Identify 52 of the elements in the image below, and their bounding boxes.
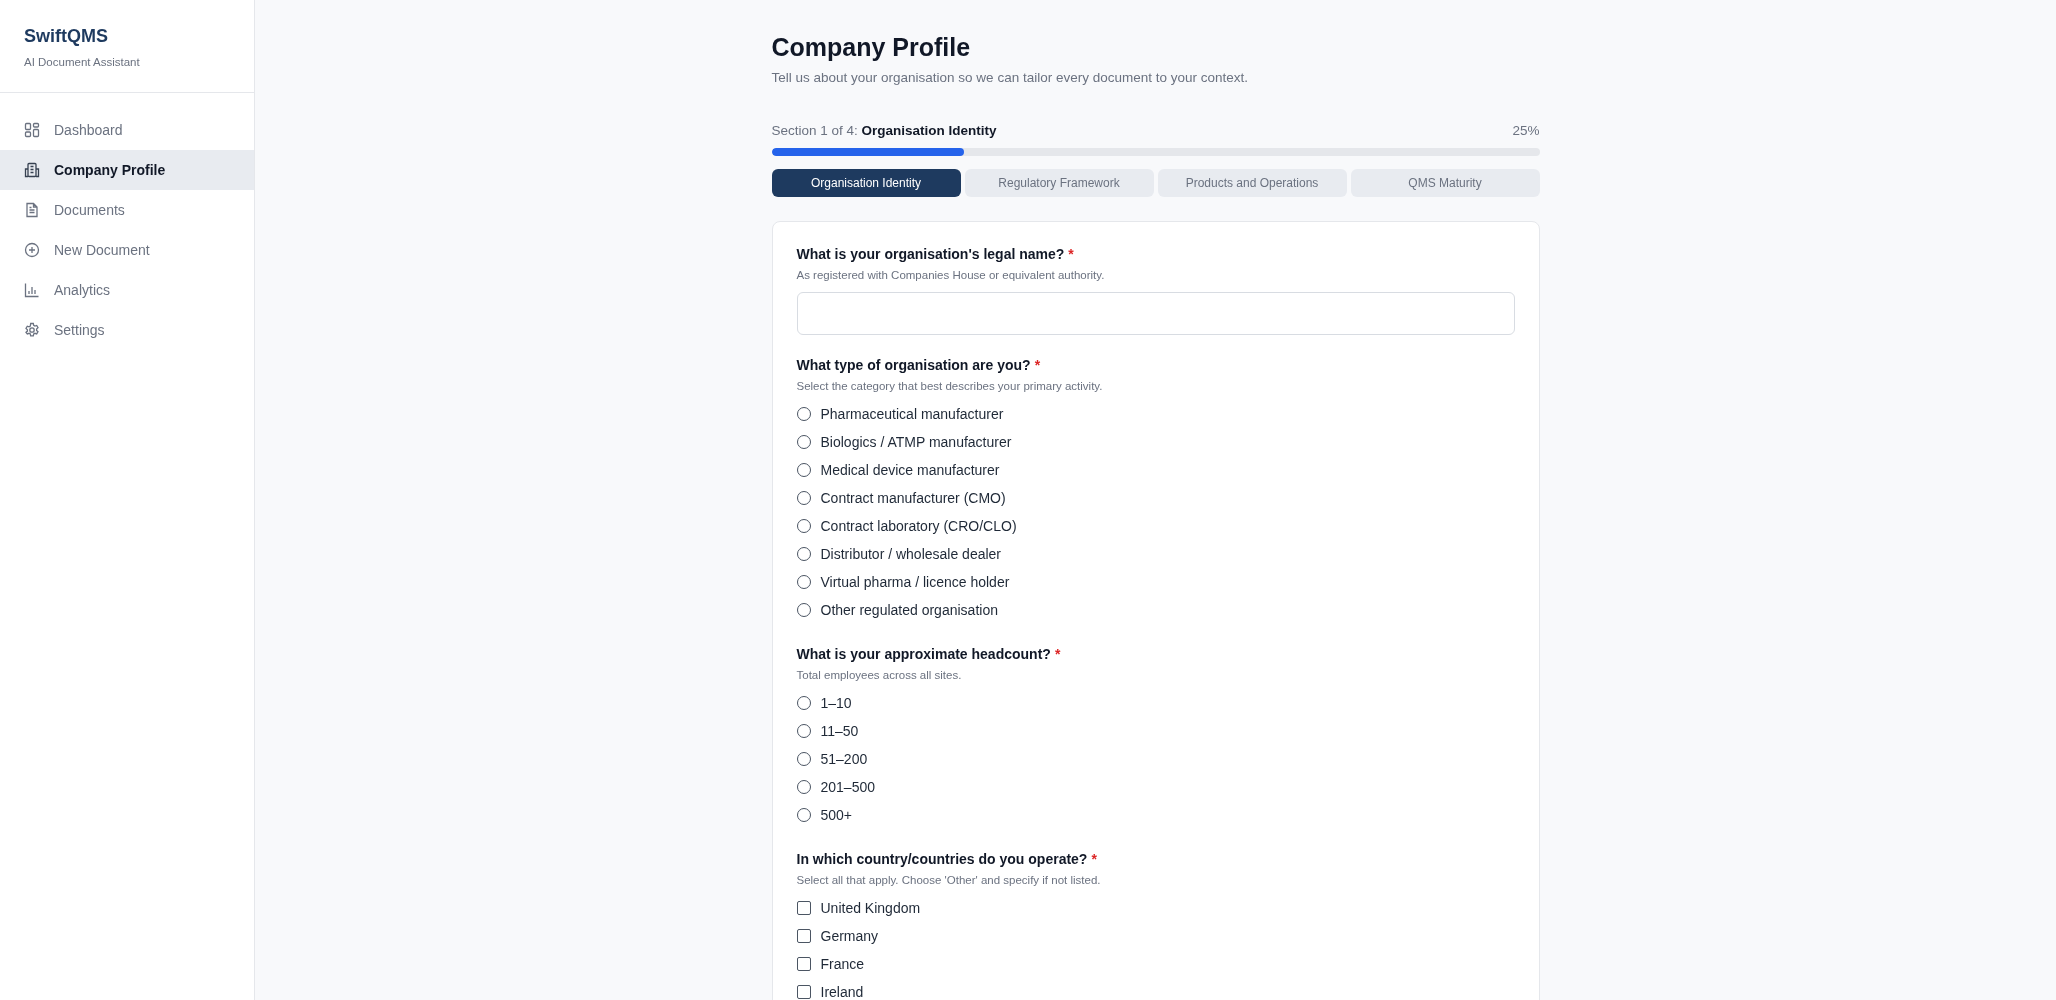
- sidebar-item[interactable]: Settings: [0, 310, 254, 350]
- question-label: What is your approximate headcount? *: [796, 646, 1062, 662]
- checkbox[interactable]: [796, 929, 811, 943]
- building-icon: [24, 162, 40, 178]
- option-label: Contract manufacturer (CMO): [820, 490, 1006, 506]
- sidebar-item[interactable]: Dashboard: [0, 110, 254, 150]
- page-subtitle: Tell us about your organisation so we can tailor every document to your context.: [771, 70, 1249, 85]
- option-label: 11–50: [820, 723, 859, 739]
- plus-circle-icon: [24, 242, 40, 258]
- document-icon: [24, 202, 40, 218]
- option-label: Other regulated organisation: [820, 602, 998, 618]
- option-label: United Kingdom: [820, 900, 921, 916]
- input-field[interactable]: [796, 292, 1515, 335]
- option-label: 500+: [820, 807, 853, 823]
- question-hint: As registered with Companies House or equivalent authority.: [796, 269, 1106, 281]
- option-label: 51–200: [820, 751, 868, 767]
- question-label: What type of organisation are you? *: [796, 357, 1042, 373]
- section-label: Section 1 of 4: Organisation Identity: [771, 123, 997, 138]
- option-label: France: [820, 956, 865, 972]
- option-label: Ireland: [820, 984, 864, 1000]
- section-tab[interactable]: Organisation Identity: [771, 169, 961, 197]
- option-label: Pharmaceutical manufacturer: [820, 406, 1004, 422]
- question-hint: Total employees across all sites.: [796, 669, 963, 681]
- checkbox[interactable]: [796, 957, 811, 971]
- question-hint: Select all that apply. Choose 'Other' and specify if not listed.: [796, 874, 1102, 886]
- option-label: Distributor / wholesale dealer: [820, 546, 1002, 562]
- option-label: 1–10: [820, 695, 852, 711]
- option-label: Germany: [820, 928, 879, 944]
- settings-icon: [24, 322, 40, 338]
- brand-name: SwiftQMS: [24, 26, 109, 47]
- sidebar-item[interactable]: Company Profile: [0, 150, 254, 190]
- sidebar-item[interactable]: New Document: [0, 230, 254, 270]
- dashboard-icon: [24, 122, 40, 138]
- section-tab[interactable]: Regulatory Framework: [964, 169, 1154, 197]
- section-tab[interactable]: QMS Maturity: [1350, 169, 1540, 197]
- checkbox[interactable]: [796, 901, 811, 915]
- sidebar-item[interactable]: Analytics: [0, 270, 254, 310]
- checkbox[interactable]: [796, 985, 811, 999]
- question-label: What is your organisation's legal name? *: [796, 246, 1075, 262]
- option-label: Virtual pharma / licence holder: [820, 574, 1010, 590]
- option-label: 201–500: [820, 779, 875, 795]
- progress-percent: 25%: [1512, 123, 1540, 138]
- brand-tagline: AI Document Assistant: [24, 56, 141, 68]
- question-label: In which country/countries do you operate? *: [796, 851, 1098, 867]
- bar-chart-icon: [24, 282, 40, 298]
- section-tab[interactable]: Products and Operations: [1157, 169, 1347, 197]
- option-label: Biologics / ATMP manufacturer: [820, 434, 1012, 450]
- question-hint: Select the category that best describes your primary activity.: [796, 380, 1104, 392]
- option-label: Medical device manufacturer: [820, 462, 1000, 478]
- page-title: Company Profile: [771, 33, 971, 62]
- sidebar-item[interactable]: Documents: [0, 190, 254, 230]
- option-label: Contract laboratory (CRO/CLO): [820, 518, 1017, 534]
